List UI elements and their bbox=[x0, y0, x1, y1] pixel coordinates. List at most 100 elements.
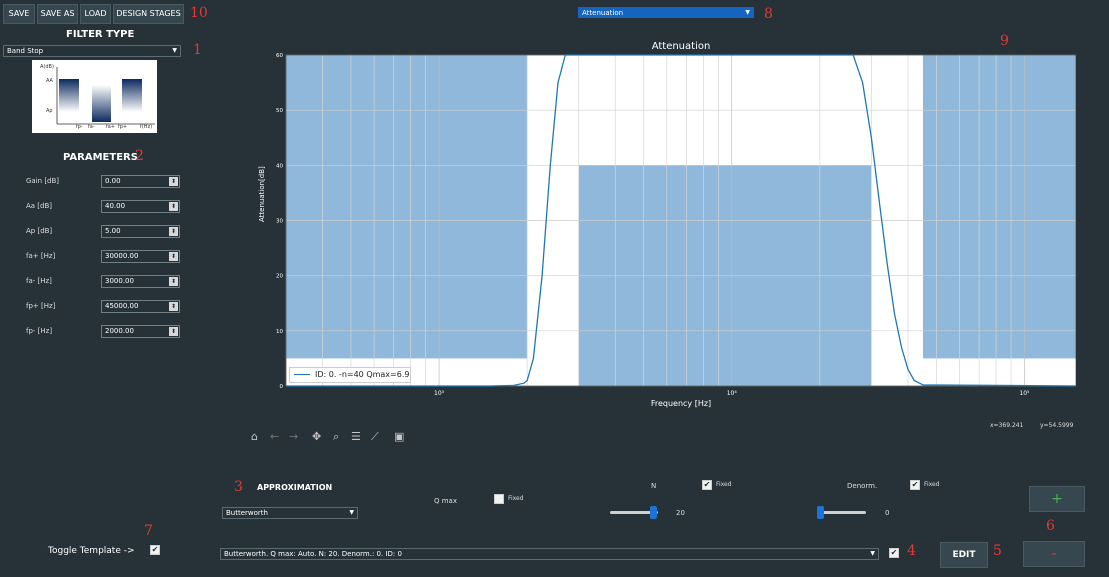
spin-arrows-icon[interactable]: ⬍ bbox=[169, 202, 178, 211]
chevron-down-icon: ▼ bbox=[870, 550, 875, 557]
stage-visible-checkbox[interactable]: ✔ bbox=[889, 548, 899, 558]
approximation-value: Butterworth bbox=[226, 509, 268, 517]
denorm-fixed-checkbox[interactable]: ✔ bbox=[910, 480, 920, 490]
filter-type-value: Band Stop bbox=[7, 47, 44, 55]
subplot-config-icon[interactable]: ☰ bbox=[351, 430, 361, 443]
spin-arrows-icon[interactable]: ⬍ bbox=[169, 327, 178, 336]
preview-f3-label: fa+ bbox=[106, 124, 116, 130]
series-line-0 bbox=[286, 54, 1077, 387]
gain-label: Gain [dB] bbox=[26, 177, 60, 185]
n-fixed-checkbox[interactable]: ✔ bbox=[702, 480, 712, 490]
save-figure-icon[interactable]: ▣ bbox=[394, 430, 404, 443]
legend-entry: ID: 0. -n=40 Qmax=6.9 bbox=[315, 370, 410, 379]
y-tick-label: 40 bbox=[276, 163, 283, 169]
template-region-0 bbox=[286, 55, 528, 359]
remove-stage-button[interactable]: - bbox=[1023, 541, 1085, 567]
spin-arrows-icon[interactable]: ⬍ bbox=[169, 177, 178, 186]
design-stages-button[interactable]: DESIGN STAGES bbox=[113, 4, 184, 24]
x-tick-label: 10⁵ bbox=[1019, 390, 1030, 397]
marker-3: 3 bbox=[234, 479, 243, 495]
parameters-heading: PARAMETERS bbox=[63, 152, 138, 163]
x-tick-label: 10⁴ bbox=[727, 390, 738, 397]
preview-ap-label: Ap bbox=[46, 108, 53, 114]
gain-input[interactable]: 0.00 ⬍ bbox=[101, 175, 180, 188]
save-as-button[interactable]: SAVE AS bbox=[37, 4, 78, 24]
home-icon[interactable]: ⌂ bbox=[251, 430, 258, 443]
marker-7: 7 bbox=[144, 523, 153, 539]
aa-input[interactable]: 40.00 ⬍ bbox=[101, 200, 180, 213]
stage-value: Butterworth. Q max: Auto. N: 20. Denorm.… bbox=[224, 550, 402, 558]
y-tick-label: 50 bbox=[276, 108, 283, 114]
plot-area bbox=[286, 55, 1076, 386]
preview-f2-label: fa- bbox=[88, 124, 95, 130]
filter-template-preview: A(dB) AA Ap f(Hz) fp- fa- fa+ fp+ bbox=[32, 60, 157, 133]
chevron-down-icon: ▼ bbox=[172, 47, 177, 54]
fp-minus-input[interactable]: 2000.00 ⬍ bbox=[101, 325, 180, 338]
fa-plus-input[interactable]: 30000.00 ⬍ bbox=[101, 250, 180, 263]
fp-plus-input[interactable]: 45000.00 ⬍ bbox=[101, 300, 180, 313]
fp-plus-value: 45000.00 bbox=[105, 302, 139, 310]
stage-select[interactable]: Butterworth. Q max: Auto. N: 20. Denorm.… bbox=[220, 548, 879, 560]
q-max-fixed-label: Fixed bbox=[508, 495, 524, 502]
legend-line-swatch bbox=[294, 374, 310, 375]
chevron-down-icon: ▼ bbox=[349, 509, 354, 516]
forward-arrow-icon[interactable]: → bbox=[289, 430, 298, 443]
denorm-label: Denorm. bbox=[847, 482, 878, 490]
preview-x-label: f(Hz) bbox=[140, 124, 153, 130]
plot-type-select[interactable]: Attenuation ▼ bbox=[578, 7, 754, 18]
preview-f4-label: fp+ bbox=[118, 124, 128, 130]
denorm-fixed-label: Fixed bbox=[924, 481, 940, 488]
filter-type-heading: FILTER TYPE bbox=[66, 29, 135, 40]
approximation-heading: APPROXIMATION bbox=[257, 483, 333, 492]
filter-type-select[interactable]: Band Stop ▼ bbox=[3, 45, 181, 57]
chart-title: Attenuation bbox=[651, 41, 711, 52]
save-button[interactable]: SAVE bbox=[3, 4, 35, 24]
template-region-2 bbox=[922, 55, 1076, 359]
ap-label: Ap [dB] bbox=[26, 227, 53, 235]
fp-plus-label: fp+ [Hz] bbox=[26, 302, 56, 310]
ap-input[interactable]: 5.00 ⬍ bbox=[101, 225, 180, 238]
back-arrow-icon[interactable]: ← bbox=[270, 430, 279, 443]
edit-stage-button[interactable]: EDIT bbox=[940, 542, 988, 568]
fa-minus-label: fa- [Hz] bbox=[26, 277, 52, 285]
cursor-y-readout: y=54.5999 bbox=[1040, 422, 1074, 429]
spin-arrows-icon[interactable]: ⬍ bbox=[169, 302, 178, 311]
approximation-select[interactable]: Butterworth ▼ bbox=[222, 507, 358, 519]
edit-axes-icon[interactable]: ⟋ bbox=[371, 430, 379, 444]
spin-arrows-icon[interactable]: ⬍ bbox=[169, 227, 178, 236]
spin-arrows-icon[interactable]: ⬍ bbox=[169, 252, 178, 261]
attenuation-chart: 10³ 10⁴ 10⁵ 0 10 20 30 40 50 60 Attenuation Frequ… bbox=[0, 0, 1109, 577]
y-tick-label: 0 bbox=[280, 384, 284, 390]
spin-arrows-icon[interactable]: ⬍ bbox=[169, 277, 178, 286]
load-button[interactable]: LOAD bbox=[80, 4, 111, 24]
denorm-slider-track[interactable] bbox=[818, 511, 866, 514]
fa-plus-value: 30000.00 bbox=[105, 252, 139, 260]
zoom-icon[interactable]: ⌕ bbox=[333, 430, 339, 444]
plot-type-value: Attenuation bbox=[582, 9, 624, 17]
fa-minus-input[interactable]: 3000.00 ⬍ bbox=[101, 275, 180, 288]
chart-x-label: Frequency [Hz] bbox=[650, 399, 712, 408]
n-fixed-label: Fixed bbox=[716, 481, 732, 488]
cursor-x-readout: x=369.241 bbox=[990, 422, 1024, 429]
marker-8: 8 bbox=[764, 6, 773, 22]
marker-6: 6 bbox=[1046, 518, 1055, 534]
marker-2: 2 bbox=[135, 148, 144, 164]
toggle-template-label: Toggle Template -> bbox=[48, 546, 135, 556]
marker-4: 4 bbox=[907, 543, 916, 559]
q-max-label: Q max bbox=[434, 497, 457, 505]
marker-10: 10 bbox=[190, 5, 208, 21]
chart-y-label: Attenuation[dB] bbox=[258, 166, 266, 222]
denorm-value: 0 bbox=[885, 509, 890, 517]
y-tick-label: 20 bbox=[276, 274, 283, 280]
pan-move-icon[interactable]: ✥ bbox=[312, 430, 321, 443]
q-max-fixed-checkbox[interactable] bbox=[494, 494, 504, 504]
aa-value: 40.00 bbox=[105, 202, 126, 210]
preview-f1-label: fp- bbox=[76, 124, 83, 130]
chevron-down-icon: ▼ bbox=[745, 9, 750, 16]
add-stage-button[interactable]: + bbox=[1029, 486, 1085, 512]
denorm-slider-handle[interactable] bbox=[817, 506, 824, 519]
fp-minus-label: fp- [Hz] bbox=[26, 327, 53, 335]
n-label: N bbox=[651, 482, 657, 490]
n-slider-handle[interactable] bbox=[650, 506, 657, 519]
toggle-template-checkbox[interactable]: ✔ bbox=[150, 545, 160, 555]
